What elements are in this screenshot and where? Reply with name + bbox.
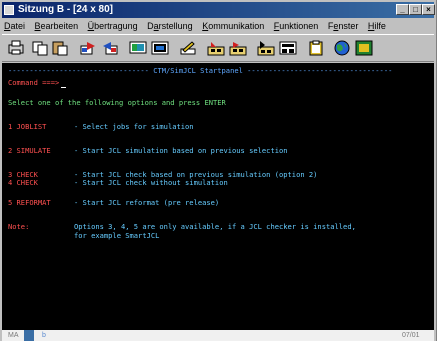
command-input[interactable] xyxy=(61,87,67,88)
close-button[interactable]: × xyxy=(422,4,435,15)
macro-play-button[interactable] xyxy=(228,39,248,57)
maximize-button[interactable]: □ xyxy=(409,4,422,15)
status-bar: MA b 07/01 xyxy=(2,330,434,341)
note-text: Options 3, 4, 5 are only available, if a… xyxy=(74,222,356,231)
menu-datei[interactable]: Datei xyxy=(4,19,25,33)
app-button[interactable] xyxy=(354,39,374,57)
option-key: 1 JOBLIST xyxy=(8,122,47,131)
send-file-icon xyxy=(80,42,95,55)
macro-record-icon xyxy=(207,42,225,56)
menu-uebertragung[interactable]: Übertragung xyxy=(88,19,138,33)
title-bar[interactable]: Sitzung B - [24 x 80] _ □ × xyxy=(2,2,435,18)
macro-edit-button[interactable] xyxy=(278,39,298,57)
macro-edit-icon xyxy=(279,41,297,55)
menu-funktionen[interactable]: Funktionen xyxy=(274,19,319,33)
option-4[interactable]: 4 CHECK - Start JCL check without simulat… xyxy=(8,178,228,188)
macro-stop-button[interactable] xyxy=(256,39,276,57)
menu-hilfe[interactable]: Hilfe xyxy=(368,19,386,33)
command-line: Command ===> xyxy=(8,78,67,88)
edit-button[interactable] xyxy=(178,39,198,57)
status-cursor-position: 07/01 xyxy=(402,332,420,339)
display-button[interactable] xyxy=(128,39,148,57)
print-icon xyxy=(8,40,24,55)
note-text: for example SmartJCL xyxy=(74,231,160,240)
command-label: Command ===> xyxy=(8,78,60,87)
status-session: b xyxy=(42,332,46,339)
menu-darstellung[interactable]: Darstellung xyxy=(147,19,193,33)
menu-bar: Datei Bearbeiten Übertragung Darstellung… xyxy=(2,19,434,33)
option-desc: - Select jobs for simulation xyxy=(74,122,194,131)
macro-record-button[interactable] xyxy=(206,39,226,57)
color-icon xyxy=(151,41,169,55)
panel-header: --------------------------------- CTM/Si… xyxy=(8,66,393,75)
menu-bearbeiten[interactable]: Bearbeiten xyxy=(35,19,79,33)
option-key: 4 CHECK xyxy=(8,178,38,187)
option-2[interactable]: 2 SIMULATE - Start JCL simulation based o… xyxy=(8,146,288,156)
option-desc: - Start JCL simulation based on previous… xyxy=(74,146,288,155)
option-desc: - Start JCL reformat (pre release) xyxy=(74,198,220,207)
macro-stop-icon xyxy=(257,41,275,56)
app-icon xyxy=(355,40,373,56)
receive-file-icon xyxy=(103,42,118,55)
status-indicator xyxy=(24,330,34,341)
status-mode: MA xyxy=(8,332,19,339)
window-title: Sitzung B - [24 x 80] xyxy=(18,4,114,15)
edit-icon xyxy=(180,41,196,55)
clipboard-icon xyxy=(309,40,323,56)
copy-icon xyxy=(32,41,48,56)
option-key: 2 SIMULATE xyxy=(8,146,51,155)
toolbar xyxy=(2,34,434,62)
macro-play-icon xyxy=(229,42,247,56)
send-file-button[interactable] xyxy=(78,39,98,57)
copy-button[interactable] xyxy=(30,39,50,57)
option-1[interactable]: 1 JOBLIST - Select jobs for simulation xyxy=(8,122,194,132)
option-5[interactable]: 5 REFORMAT - Start JCL reformat (pre rele… xyxy=(8,198,219,208)
paste-button[interactable] xyxy=(50,39,70,57)
display-icon xyxy=(129,41,147,54)
print-button[interactable] xyxy=(6,39,26,57)
note-line-2: for example SmartJCL xyxy=(8,231,159,241)
terminal-emulator-window: Sitzung B - [24 x 80] _ □ × Datei Bearbe… xyxy=(0,0,437,341)
terminal-screen[interactable]: --------------------------------- CTM/Si… xyxy=(2,63,434,330)
paste-icon xyxy=(52,41,68,56)
minimize-button[interactable]: _ xyxy=(396,4,409,15)
session-icon[interactable] xyxy=(4,5,14,15)
receive-file-button[interactable] xyxy=(100,39,120,57)
menu-kommunikation[interactable]: Kommunikation xyxy=(202,19,264,33)
clipboard-button[interactable] xyxy=(306,39,326,57)
color-button[interactable] xyxy=(150,39,170,57)
globe-button[interactable] xyxy=(332,39,352,57)
globe-icon xyxy=(334,40,350,56)
option-desc: - Start JCL check without simulation xyxy=(74,178,228,187)
prompt-text: Select one of the following options and … xyxy=(8,98,226,107)
menu-fenster[interactable]: Fenster xyxy=(328,19,359,33)
option-key: 5 REFORMAT xyxy=(8,198,51,207)
